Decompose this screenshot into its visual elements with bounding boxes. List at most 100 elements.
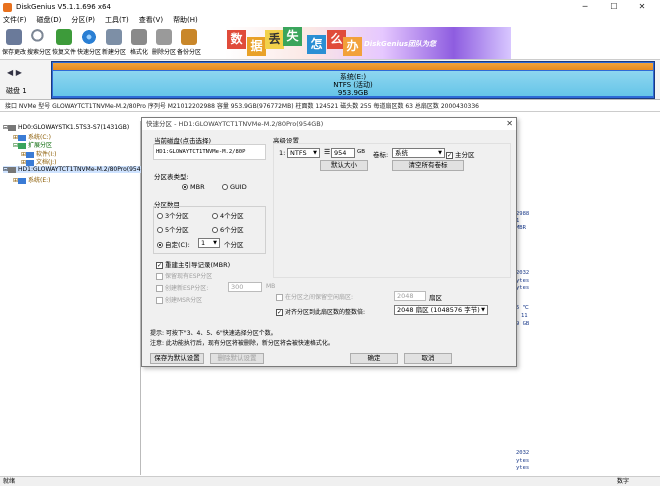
dialog-close-button[interactable]: ✕: [506, 118, 513, 130]
ok-button[interactable]: 确定: [350, 353, 398, 364]
count-6-radio[interactable]: 6个分区: [212, 224, 244, 234]
partition-fs: NTFS (活动): [333, 81, 373, 89]
keep-esp-checkbox[interactable]: 保留现有ESP分区: [156, 271, 212, 280]
close-button[interactable]: ✕: [632, 1, 652, 13]
menu-help[interactable]: 帮助(H): [173, 15, 198, 25]
size-unit: GB: [357, 149, 366, 155]
minimize-button[interactable]: ─: [575, 1, 595, 13]
checkbox-icon: [156, 297, 163, 304]
reserve-sectors-unit: 扇区: [429, 294, 442, 302]
filesystem-select[interactable]: NTFS ▼: [287, 148, 320, 158]
ad-banner[interactable]: 数 据 丢 失 怎 么 办 DiskGenius团队为您: [225, 27, 511, 59]
delete-partition-button[interactable]: 删除分区: [152, 27, 176, 59]
info-fragment: ytes: [516, 285, 530, 291]
search-partition-button[interactable]: 搜索分区: [27, 27, 51, 59]
save-changes-button[interactable]: 保存更改: [2, 27, 26, 59]
disk-tree: ⊟ HD0:GLOWAYSTK1.5TS3-S7(1431GB) ⊞ 系统(C:) …: [0, 121, 141, 475]
partition-icon: [18, 177, 27, 184]
quick-partition-button[interactable]: 快速分区: [77, 27, 101, 59]
size-input[interactable]: 954: [331, 148, 355, 158]
new-partition-icon: [106, 29, 122, 45]
count-3-label: 3个分区: [165, 212, 189, 220]
tree-item-docs-j[interactable]: ⊞ 文档(J:): [21, 157, 57, 166]
recover-files-button[interactable]: 恢复文件: [52, 27, 76, 59]
size-value: 954: [334, 149, 347, 157]
radio-icon: [212, 213, 218, 219]
menu-partition[interactable]: 分区(P): [71, 15, 95, 25]
esp-size-unit: MB: [266, 283, 276, 290]
toolbar-label: 保存更改: [2, 49, 27, 56]
count-3-radio[interactable]: 3个分区: [157, 210, 189, 220]
note-text: 注意: 此功能执行后，现有分区将被删除，新分区将会被快速格式化。: [150, 340, 334, 347]
reserve-sectors-input[interactable]: 2048: [394, 291, 426, 301]
chevron-down-icon: ▼: [438, 150, 442, 156]
delete-icon: [156, 29, 172, 45]
toolbar-label: 搜索分区: [27, 49, 52, 56]
banner-char: 怎: [307, 35, 326, 54]
new-partition-button[interactable]: 新建分区: [102, 27, 126, 59]
info-fragment: 9 GB: [516, 321, 530, 327]
reserve-free-checkbox[interactable]: 在分区之间保留空闲扇区:: [276, 292, 353, 301]
primary-partition-checkbox[interactable]: ✓ 主分区: [446, 149, 475, 159]
align-sectors-select[interactable]: 2048 扇区 (1048576 字节) ▼: [394, 305, 488, 315]
count-5-radio[interactable]: 5个分区: [157, 224, 189, 234]
clear-labels-button[interactable]: 清空所有卷标: [392, 160, 464, 171]
volume-label-select[interactable]: 系统 ▼: [392, 148, 445, 158]
menu-disk[interactable]: 磁盘(D): [37, 15, 62, 25]
info-fragment: ytes: [516, 465, 530, 471]
create-msr-checkbox[interactable]: 创建MSR分区: [156, 295, 202, 304]
tree-item-label: 扩展分区: [28, 142, 53, 149]
align-sectors-value: 2048 扇区 (1048576 字节): [397, 306, 480, 314]
mbr-radio[interactable]: MBR: [182, 183, 205, 191]
guid-radio[interactable]: GUID: [222, 183, 247, 191]
rebuild-mbr-label: 重建主引导记录(MBR): [165, 261, 231, 269]
maximize-button[interactable]: ☐: [604, 1, 624, 13]
filesystem-value: NTFS: [290, 149, 307, 157]
menu-tools[interactable]: 工具(T): [105, 15, 129, 25]
count-5-label: 5个分区: [165, 226, 189, 234]
checkbox-icon: [156, 273, 163, 280]
toolbar-label: 删除分区: [152, 49, 177, 56]
create-esp-checkbox[interactable]: 创建新ESP分区:: [156, 283, 208, 292]
banner-brand: DiskGenius团队为您: [364, 40, 437, 48]
banner-char: 据: [247, 37, 266, 56]
count-4-radio[interactable]: 4个分区: [212, 210, 244, 220]
custom-count-select[interactable]: 1 ▼: [198, 238, 220, 248]
menu-file[interactable]: 文件(F): [3, 15, 27, 25]
cancel-button[interactable]: 取消: [404, 353, 452, 364]
backup-partition-button[interactable]: 备份分区: [177, 27, 201, 59]
esp-size-value: 300: [231, 283, 244, 291]
radio-selected-icon: [157, 242, 163, 248]
next-disk-arrow-icon[interactable]: ▶: [16, 68, 22, 77]
rebuild-mbr-checkbox[interactable]: ✓ 重建主引导记录(MBR): [156, 259, 230, 269]
partition-block-system-e[interactable]: 系统(E:) NTFS (活动) 953.9GB: [51, 61, 655, 99]
delete-default-button[interactable]: 删除默认设置: [210, 353, 264, 364]
guid-label: GUID: [230, 183, 247, 191]
mbr-label: MBR: [190, 183, 205, 191]
count-4-label: 4个分区: [220, 212, 244, 220]
info-fragment: MBR: [516, 225, 526, 231]
current-disk-value: HD1:GLOWAYTCT1TNVMe-M.2/80P: [156, 149, 246, 155]
checkbox-checked-icon: ✓: [156, 261, 163, 269]
partition-usage-strip: [53, 63, 653, 70]
reserve-free-label: 在分区之间保留空闲扇区:: [285, 294, 354, 301]
radio-icon: [222, 184, 228, 190]
prev-disk-arrow-icon[interactable]: ◀: [7, 68, 13, 77]
menu-view[interactable]: 查看(V): [139, 15, 163, 25]
tree-item-hd0[interactable]: ⊟ HD0:GLOWAYSTK1.5TS3-S7(1431GB): [3, 124, 129, 131]
esp-size-input[interactable]: 300: [228, 282, 262, 292]
custom-count-radio[interactable]: 自定(C):: [157, 239, 190, 249]
tree-item-hd1[interactable]: ⊟ HD1:GLOWAYTCT1TNVMe-M.2/80Pro(954: [3, 166, 141, 173]
align-partition-checkbox[interactable]: ✓ 对齐分区到此扇区数的整数倍:: [276, 307, 365, 316]
current-disk-selector[interactable]: HD1:GLOWAYTCT1TNVMe-M.2/80P: [153, 144, 266, 160]
custom-count-value: 1: [201, 239, 206, 247]
radio-icon: [157, 213, 163, 219]
default-size-button[interactable]: 默认大小: [320, 160, 368, 171]
tree-item-extended[interactable]: ⊟ 扩展分区: [13, 140, 52, 149]
tree-item-system-e[interactable]: ⊞ 系统(E:): [13, 175, 51, 184]
format-button[interactable]: 格式化: [127, 27, 151, 59]
status-bar: 就绪 数字: [0, 476, 660, 486]
save-default-button[interactable]: 保存为默认设置: [150, 353, 204, 364]
disk-nav: ◀ ▶: [7, 68, 22, 77]
radio-icon: [157, 227, 163, 233]
